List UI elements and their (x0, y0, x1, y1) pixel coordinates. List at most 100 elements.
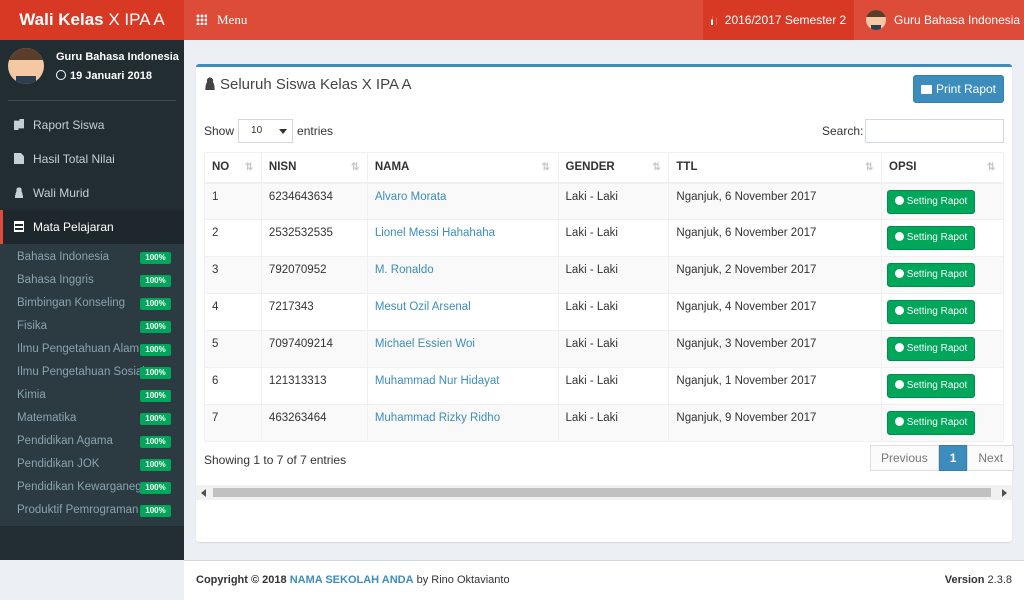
cell-nama-link[interactable]: Muhammad Rizky Ridho (366, 404, 559, 442)
subject-item[interactable]: Bahasa Inggris 100% (0, 269, 184, 292)
setting-rapot-button[interactable]: Setting Rapot (887, 337, 976, 361)
column-header-opsi[interactable]: OPSI ⇅ (881, 152, 1004, 184)
subject-label: Bimbingan Konseling (17, 297, 126, 309)
sidebar: Guru Bahasa Indonesia 19 Januari 2018 Ra… (0, 40, 184, 560)
column-header-no[interactable]: NO ⇅ (204, 152, 262, 184)
search-label: Search: (822, 124, 864, 138)
scroll-left-icon[interactable] (201, 489, 206, 497)
students-table: NO ⇅ NISN ⇅ NAMA ⇅ GENDER ⇅ TTL ⇅ OPSI ⇅ 1 623… (204, 152, 1004, 442)
cell-nama-link[interactable]: M. Ronaldo (366, 256, 559, 294)
entries-value: 10 (251, 125, 263, 136)
cell-nama-link[interactable]: Lionel Messi Hahahaha (366, 219, 559, 257)
menu-toggle-button[interactable]: Menu (196, 0, 247, 40)
subject-label: Ilmu Pengetahuan Alam (17, 343, 140, 355)
sidebar-item-label: Raport Siswa (33, 118, 105, 132)
setting-rapot-button[interactable]: Setting Rapot (887, 189, 976, 214)
user-name: Guru Bahasa Indonesia (56, 51, 179, 63)
subject-item[interactable]: Pendidikan JOK 100% (0, 453, 184, 476)
table-row: 6 121313313 Muhammad Nur Hidayat Laki - … (204, 367, 1004, 405)
sidebar-item-mata-pelajaran[interactable]: Mata Pelajaran (0, 210, 184, 244)
cell-opsi: Setting Rapot (881, 219, 1004, 257)
sidebar-item-wali-murid[interactable]: Wali Murid (0, 176, 184, 210)
grid-icon (196, 14, 207, 25)
cell-nama-link[interactable]: Muhammad Nur Hidayat (366, 367, 559, 405)
cell-no: 6 (204, 367, 262, 405)
progress-badge: 100% (140, 298, 171, 310)
subject-item[interactable]: Ilmu Pengetahuan Alam 100% (0, 338, 184, 361)
column-header-nama[interactable]: NAMA ⇅ (366, 152, 559, 184)
cell-opsi: Setting Rapot (881, 330, 1004, 368)
sidebar-item-label: Mata Pelajaran (33, 220, 114, 234)
cell-nama-link[interactable]: Mesut Ozil Arsenal (366, 293, 559, 331)
pagination: Previous 1 Next (870, 445, 1015, 471)
setting-rapot-button[interactable]: Setting Rapot (887, 300, 976, 324)
setting-rapot-button[interactable]: Setting Rapot (887, 411, 976, 435)
check-circle-icon (894, 269, 904, 278)
user-icon (14, 187, 24, 198)
top-header: Wali Kelas X IPA A Menu 2016/2017 Semest… (0, 0, 1024, 40)
pagination-page-1[interactable]: 1 (938, 445, 968, 471)
table-search: Search: (822, 119, 1004, 143)
school-link[interactable]: NAMA SEKOLAH ANDA (290, 574, 414, 586)
entries-length: Show 10 entries (204, 119, 333, 143)
setting-rapot-button[interactable]: Setting Rapot (887, 226, 976, 250)
user-icon (204, 77, 216, 90)
list-icon (14, 221, 24, 232)
subject-item[interactable]: Kimia 100% (0, 384, 184, 407)
subject-item[interactable]: Bahasa Indonesia 100% (0, 246, 184, 269)
column-header-nisn[interactable]: NISN ⇅ (260, 152, 368, 184)
cell-nisn: 2532532535 (260, 219, 368, 257)
cell-nisn: 7097409214 (260, 330, 368, 368)
progress-badge: 100% (140, 482, 171, 494)
scroll-right-icon[interactable] (1002, 489, 1007, 497)
cell-nama-link[interactable]: Michael Essien Woi (366, 330, 559, 368)
semester-button[interactable]: 2016/2017 Semester 2 (703, 0, 854, 40)
print-rapot-button[interactable]: Print Rapot (913, 75, 1004, 103)
cell-opsi: Setting Rapot (881, 404, 1004, 442)
sort-icon: ⇅ (541, 162, 550, 173)
cell-opsi: Setting Rapot (881, 182, 1004, 220)
search-input[interactable] (865, 119, 1004, 143)
column-header-gender[interactable]: GENDER ⇅ (557, 152, 670, 184)
pagination-previous[interactable]: Previous (870, 445, 939, 471)
setting-rapot-label: Setting Rapot (906, 306, 968, 317)
table-info: Showing 1 to 7 of 7 entries (204, 453, 347, 467)
setting-rapot-button[interactable]: Setting Rapot (887, 263, 976, 287)
version-number: 2.3.8 (987, 574, 1012, 586)
cell-opsi: Setting Rapot (881, 256, 1004, 294)
setting-rapot-button[interactable]: Setting Rapot (887, 374, 976, 398)
cell-nisn: 121313313 (260, 367, 368, 405)
user-menu[interactable]: Guru Bahasa Indonesia (866, 0, 1020, 40)
column-header-ttl[interactable]: TTL ⇅ (668, 152, 883, 184)
divider (8, 100, 176, 101)
subject-item[interactable]: Matematika 100% (0, 407, 184, 430)
subject-label: Bahasa Inggris (17, 274, 94, 286)
subject-label: Pendidikan Agama (17, 435, 113, 447)
subject-item[interactable]: Pendidikan Kewarganegaraan 100% (0, 476, 184, 499)
column-label: TTL (676, 161, 698, 174)
scrollbar-thumb[interactable] (213, 488, 991, 497)
cell-nama-link[interactable]: Alvaro Morata (366, 182, 559, 220)
avatar (8, 48, 44, 84)
entries-select[interactable]: 10 (238, 119, 294, 143)
sidebar-item-hasil-total-nilai[interactable]: Hasil Total Nilai (0, 142, 184, 176)
app-logo[interactable]: Wali Kelas X IPA A (0, 0, 184, 40)
cell-nisn: 792070952 (260, 256, 368, 294)
subject-label: Kimia (17, 389, 46, 401)
version-info: Version 2.3.8 (945, 561, 1012, 599)
subject-item[interactable]: Ilmu Pengetahuan Sosial 100% (0, 361, 184, 384)
pagination-next[interactable]: Next (967, 445, 1015, 471)
horizontal-scrollbar[interactable] (196, 485, 1012, 500)
subject-item[interactable]: Pendidikan Agama 100% (0, 430, 184, 453)
cell-gender: Laki - Laki (557, 293, 670, 331)
subject-item[interactable]: Bimbingan Konseling 100% (0, 292, 184, 315)
table-row: 3 792070952 M. Ronaldo Laki - Laki Nganj… (204, 256, 1004, 294)
box-title-text: Seluruh Siswa Kelas X IPA A (220, 76, 412, 93)
sidebar-nav: Raport Siswa Hasil Total Nilai Wali Muri… (0, 108, 184, 244)
subject-item[interactable]: Fisika 100% (0, 315, 184, 338)
subject-item[interactable]: Produktif Pemrograman 100% (0, 499, 184, 522)
progress-badge: 100% (140, 459, 171, 471)
cell-gender: Laki - Laki (557, 256, 670, 294)
sort-icon: ⇅ (350, 162, 360, 173)
sidebar-item-raport-siswa[interactable]: Raport Siswa (0, 108, 184, 142)
